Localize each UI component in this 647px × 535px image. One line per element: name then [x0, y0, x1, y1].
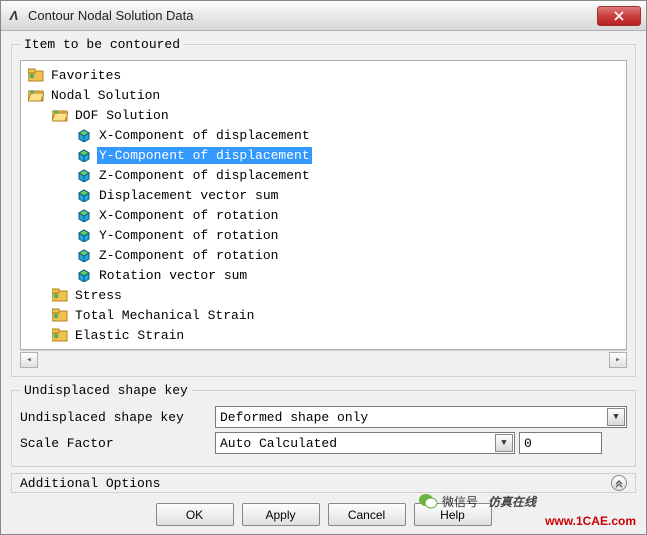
close-button[interactable]	[597, 6, 641, 26]
tree-item-zrot[interactable]: Z-Component of rotation	[23, 245, 624, 265]
tree-item-yrot[interactable]: Y-Component of rotation	[23, 225, 624, 245]
expand-icon[interactable]	[611, 475, 627, 491]
tree-label: X-Component of displacement	[97, 127, 312, 144]
additional-options-bar[interactable]: Additional Options	[11, 473, 636, 493]
tree-label: DOF Solution	[73, 107, 171, 124]
folder-icon	[27, 67, 45, 83]
folder-open-icon	[51, 107, 69, 123]
tree-item-xrot[interactable]: X-Component of rotation	[23, 205, 624, 225]
folder-open-icon	[27, 87, 45, 103]
shape-group: Undisplaced shape key Undisplaced shape …	[11, 383, 636, 467]
cube-icon	[75, 247, 93, 263]
tree-label: Favorites	[49, 67, 123, 84]
cube-icon	[75, 127, 93, 143]
scroll-left-icon[interactable]: ◂	[20, 352, 38, 368]
scale-factor-input[interactable]	[519, 432, 602, 454]
wechat-icon	[418, 492, 438, 510]
cube-icon	[75, 187, 93, 203]
chevron-down-icon[interactable]: ▼	[607, 408, 625, 426]
shape-key-dropdown[interactable]: Deformed shape only ▼	[215, 406, 627, 428]
contour-group: Item to be contoured Favorites Nodal Sol…	[11, 37, 636, 377]
tree-label: Stress	[73, 287, 124, 304]
folder-icon	[51, 307, 69, 323]
tree-dof-solution[interactable]: DOF Solution	[23, 105, 624, 125]
dropdown-value: Auto Calculated	[220, 436, 337, 451]
tree-totmech[interactable]: Total Mechanical Strain	[23, 305, 624, 325]
titlebar[interactable]: Λ Contour Nodal Solution Data	[1, 1, 646, 31]
tree-label: Z-Component of displacement	[97, 167, 312, 184]
chevron-down-icon[interactable]: ▼	[495, 434, 513, 452]
tree-label: Y-Component of displacement	[97, 147, 312, 164]
tree-label: Rotation vector sum	[97, 267, 249, 284]
tree-item-xdisp[interactable]: X-Component of displacement	[23, 125, 624, 145]
contour-legend: Item to be contoured	[20, 37, 184, 52]
apply-button[interactable]: Apply	[242, 503, 320, 526]
close-icon	[614, 11, 624, 21]
tree-label: Y-Component of rotation	[97, 227, 280, 244]
dropdown-value: Deformed shape only	[220, 410, 368, 425]
window-title: Contour Nodal Solution Data	[28, 8, 597, 23]
tree-label: Elastic Strain	[73, 327, 186, 344]
dialog-window: Λ Contour Nodal Solution Data Item to be…	[0, 0, 647, 535]
shape-key-label: Undisplaced shape key	[20, 410, 215, 425]
watermark-site: www.1CAE.com	[545, 514, 636, 528]
cube-icon	[75, 147, 93, 163]
ok-button[interactable]: OK	[156, 503, 234, 526]
tree-item-rotsum[interactable]: Rotation vector sum	[23, 265, 624, 285]
cube-icon	[75, 227, 93, 243]
tree-nodal-solution[interactable]: Nodal Solution	[23, 85, 624, 105]
app-icon: Λ	[6, 8, 22, 24]
tree-label: Nodal Solution	[49, 87, 162, 104]
tree-item-dispsum[interactable]: Displacement vector sum	[23, 185, 624, 205]
additional-options-label: Additional Options	[20, 476, 160, 491]
horizontal-scrollbar[interactable]: ◂ ▸	[20, 350, 627, 368]
tree-label: Z-Component of rotation	[97, 247, 280, 264]
cube-icon	[75, 267, 93, 283]
watermark-wechat: 微信号 仿真在线	[418, 492, 536, 510]
tree-view[interactable]: Favorites Nodal Solution DOF Solution X-…	[20, 60, 627, 350]
folder-icon	[51, 287, 69, 303]
cube-icon	[75, 167, 93, 183]
scale-factor-label: Scale Factor	[20, 436, 215, 451]
scroll-right-icon[interactable]: ▸	[609, 352, 627, 368]
scale-factor-dropdown[interactable]: Auto Calculated ▼	[215, 432, 515, 454]
folder-icon	[51, 327, 69, 343]
cube-icon	[75, 207, 93, 223]
tree-stress[interactable]: Stress	[23, 285, 624, 305]
shape-legend: Undisplaced shape key	[20, 383, 192, 398]
tree-label: X-Component of rotation	[97, 207, 280, 224]
tree-elastic[interactable]: Elastic Strain	[23, 325, 624, 345]
button-row: OK Apply Cancel Help	[11, 499, 636, 526]
tree-label: Total Mechanical Strain	[73, 307, 256, 324]
tree-favorites[interactable]: Favorites	[23, 65, 624, 85]
cancel-button[interactable]: Cancel	[328, 503, 406, 526]
tree-item-ydisp[interactable]: Y-Component of displacement	[23, 145, 624, 165]
client-area: Item to be contoured Favorites Nodal Sol…	[1, 31, 646, 534]
tree-item-zdisp[interactable]: Z-Component of displacement	[23, 165, 624, 185]
tree-label: Displacement vector sum	[97, 187, 280, 204]
